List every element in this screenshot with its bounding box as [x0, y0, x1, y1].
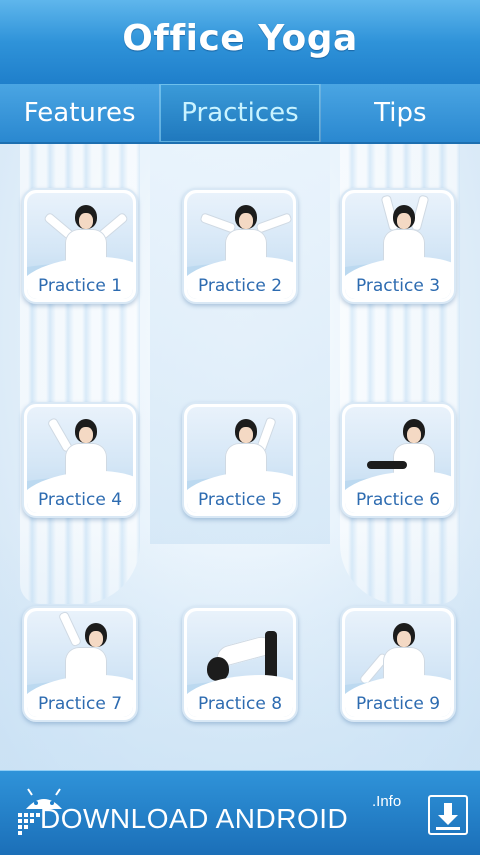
practice-label: Practice 9	[355, 694, 441, 714]
tab-practices[interactable]: Practices	[160, 84, 321, 142]
practice-tile-5[interactable]: Practice 5	[182, 402, 298, 518]
app-title: Office Yoga	[122, 18, 358, 59]
practices-grid-area: Practice 1 Practice 2 Practice 3 Practic…	[0, 144, 480, 770]
banner-text: DOWNLOAD ANDROID	[40, 803, 349, 834]
practice-label: Practice 2	[197, 276, 283, 296]
practice-label: Practice 4	[37, 490, 123, 510]
practice-tile-3[interactable]: Practice 3	[340, 188, 456, 304]
tab-features[interactable]: Features	[0, 84, 161, 142]
banner-suffix: .Info	[372, 793, 402, 810]
practice-tile-7[interactable]: Practice 7	[22, 606, 138, 722]
practice-label: Practice 5	[197, 490, 283, 510]
practice-tile-1[interactable]: Practice 1	[22, 188, 138, 304]
tab-bar: Features Practices Tips	[0, 84, 480, 144]
practice-label: Practice 6	[355, 490, 441, 510]
practice-label: Practice 7	[37, 694, 123, 714]
practice-label: Practice 1	[37, 276, 123, 296]
practice-tile-4[interactable]: Practice 4	[22, 402, 138, 518]
practice-tile-2[interactable]: Practice 2	[182, 188, 298, 304]
practice-label: Practice 3	[355, 276, 441, 296]
practice-tile-6[interactable]: Practice 6	[340, 402, 456, 518]
practice-tile-8[interactable]: Practice 8	[182, 606, 298, 722]
practices-grid: Practice 1 Practice 2 Practice 3 Practic…	[0, 144, 480, 770]
title-bar: Office Yoga	[0, 0, 480, 85]
download-android-banner[interactable]: DOWNLOAD ANDROID .Info	[0, 770, 480, 855]
practice-label: Practice 8	[197, 694, 283, 714]
download-icon[interactable]	[428, 795, 468, 835]
tab-tips[interactable]: Tips	[321, 84, 480, 142]
practice-tile-9[interactable]: Practice 9	[340, 606, 456, 722]
